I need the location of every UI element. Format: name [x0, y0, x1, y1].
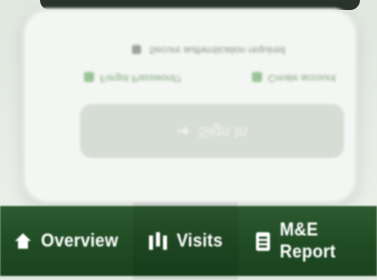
map-icon — [148, 232, 167, 250]
bottom-navigation: Overview Visits M&E Report — [0, 202, 377, 280]
nav-visits-label: Visits — [176, 230, 223, 251]
login-icon: ➜ — [176, 122, 190, 139]
security-hint-text: Secure authentication required — [149, 44, 286, 56]
key-icon — [84, 72, 94, 83]
create-account-label: Create account — [268, 72, 336, 83]
sign-in-label: Sign In — [197, 123, 248, 140]
nav-item-me-report[interactable]: M&E Report — [238, 203, 377, 280]
sign-in-button[interactable]: ➜ Sign In — [80, 104, 344, 158]
nav-item-overview[interactable]: Overview — [0, 203, 133, 280]
nav-me-report-label: M&E Report — [279, 219, 336, 262]
user-plus-icon — [252, 72, 262, 83]
security-hint: Secure authentication required — [132, 42, 332, 58]
forgot-password-link[interactable]: Forgot Password? — [84, 72, 181, 83]
nav-overview-label: Overview — [41, 230, 119, 251]
login-card: Secure authentication required Forgot Pa… — [22, 8, 358, 204]
create-account-link[interactable]: Create account — [252, 72, 336, 83]
home-icon — [15, 233, 32, 249]
lock-icon — [132, 45, 141, 55]
nav-item-visits[interactable]: Visits — [133, 202, 239, 280]
forgot-password-label: Forgot Password? — [100, 72, 182, 83]
clipboard-icon — [256, 231, 270, 251]
